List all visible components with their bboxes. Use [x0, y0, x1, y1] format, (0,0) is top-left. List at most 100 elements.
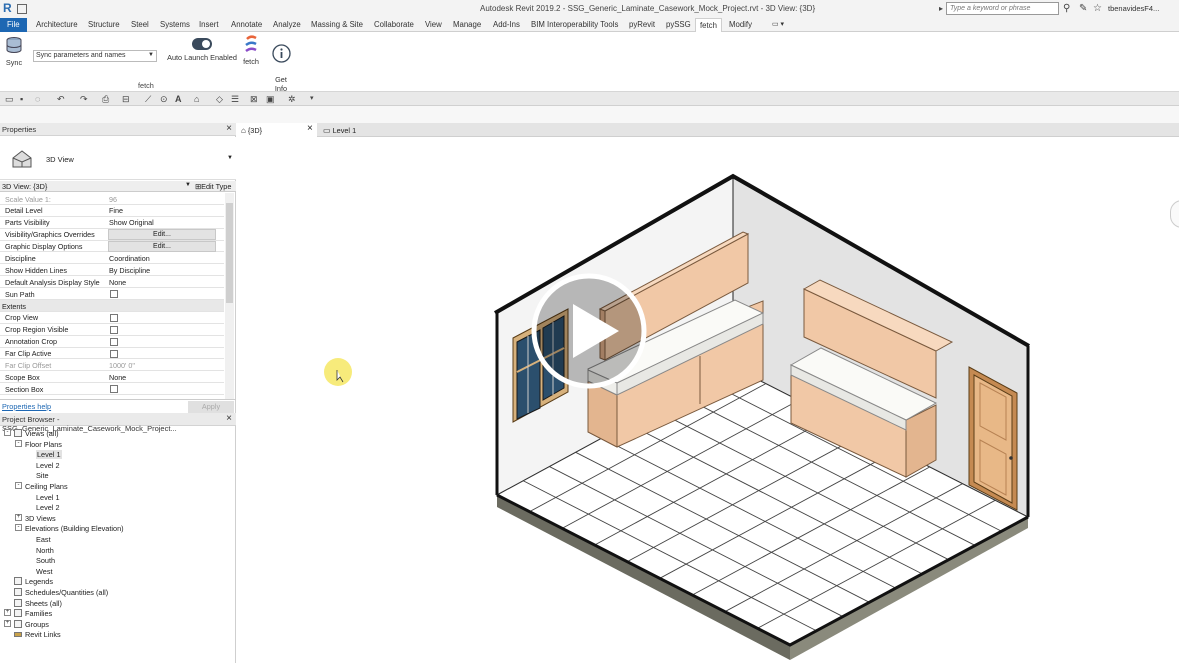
- collapse-icon[interactable]: -: [15, 481, 22, 489]
- 3d-viewport[interactable]: [237, 138, 1179, 663]
- properties-help-link[interactable]: Properties help: [2, 402, 51, 411]
- tree-node[interactable]: + Groups: [0, 619, 236, 630]
- collapse-icon[interactable]: -: [15, 524, 22, 532]
- tab-massing-site[interactable]: Massing & Site: [311, 20, 363, 29]
- tree-node[interactable]: Level 2: [0, 502, 236, 513]
- tree-node[interactable]: +3D Views: [0, 513, 236, 524]
- tab-structure[interactable]: Structure: [88, 20, 120, 29]
- edit-button[interactable]: Edit...: [108, 240, 216, 252]
- ribbon-options-icon[interactable]: ▭ ▾: [772, 20, 784, 28]
- properties-scrollbar[interactable]: [225, 193, 234, 399]
- edit-button[interactable]: Edit...: [108, 228, 216, 240]
- tree-node[interactable]: - Ceiling Plans: [0, 481, 236, 492]
- edit-type-button[interactable]: ⊞Edit Type: [195, 182, 231, 191]
- tree-node[interactable]: - Elevations (Building Elevation): [0, 523, 236, 534]
- dimension-icon[interactable]: ⟋: [145, 94, 151, 105]
- property-row[interactable]: Section Box: [0, 383, 224, 396]
- close-icon[interactable]: ×: [307, 123, 313, 134]
- tree-node[interactable]: North: [0, 545, 236, 556]
- view-tab-3d[interactable]: ⌂ {3D} ×: [237, 123, 317, 137]
- tree-node[interactable]: + Families: [0, 608, 236, 619]
- property-row[interactable]: Visibility/Graphics Overrides Edit...: [0, 228, 224, 241]
- property-value[interactable]: Coordination: [109, 254, 150, 263]
- property-row[interactable]: Annotation Crop: [0, 336, 224, 348]
- chevron-down-icon[interactable]: ▼: [227, 155, 233, 161]
- tree-node[interactable]: - Views (all): [0, 428, 236, 439]
- tab-fetch[interactable]: fetch: [695, 18, 722, 33]
- tab-modify[interactable]: Modify: [729, 20, 752, 29]
- sync-button[interactable]: Sync: [4, 37, 24, 67]
- tab-analyze[interactable]: Analyze: [273, 20, 301, 29]
- close-hidden-icon[interactable]: ⊠: [250, 94, 258, 105]
- property-value[interactable]: 96: [109, 195, 117, 204]
- close-icon[interactable]: ×: [226, 123, 232, 134]
- collapse-icon[interactable]: -: [15, 439, 22, 447]
- property-checkbox[interactable]: [110, 313, 118, 322]
- thin-lines-icon[interactable]: ☰: [231, 94, 239, 105]
- print-icon[interactable]: ⎙: [102, 94, 109, 105]
- customize-toolbar-icon[interactable]: ▾: [310, 94, 314, 102]
- tab-manage[interactable]: Manage: [453, 20, 481, 29]
- save-icon[interactable]: ▪: [20, 94, 23, 104]
- redo-icon[interactable]: ↷: [80, 94, 88, 105]
- tab-add-ins[interactable]: Add-Ins: [493, 20, 520, 29]
- revit-logo-icon[interactable]: R: [3, 1, 12, 15]
- tree-node[interactable]: East: [0, 534, 236, 545]
- property-value[interactable]: Show Original: [109, 218, 154, 227]
- sync-parameters-select[interactable]: Sync parameters and names ▼: [33, 50, 157, 62]
- property-row[interactable]: Far Clip Offset 1000' 0": [0, 359, 224, 372]
- tab-pyrevit[interactable]: pyRevit: [629, 20, 655, 29]
- open-icon[interactable]: ▭: [5, 94, 14, 105]
- text-icon[interactable]: A: [175, 94, 182, 104]
- view-tab-level-1[interactable]: ▭ Level 1: [319, 123, 360, 137]
- property-row[interactable]: Default Analysis Display Style None: [0, 276, 224, 289]
- property-checkbox[interactable]: [110, 337, 118, 346]
- tab-architecture[interactable]: Architecture: [36, 20, 78, 29]
- tab-annotate[interactable]: Annotate: [231, 20, 262, 29]
- tab-insert[interactable]: Insert: [199, 20, 219, 29]
- get-info-button[interactable]: Get Info: [270, 35, 292, 93]
- measure-icon[interactable]: ⊟: [122, 94, 130, 105]
- tag-icon[interactable]: ⊙: [160, 94, 168, 105]
- binoculars-icon[interactable]: ⚲: [1063, 3, 1070, 14]
- tab-systems[interactable]: Systems: [160, 20, 190, 29]
- tree-node[interactable]: Sheets (all): [0, 598, 236, 609]
- tree-node[interactable]: Schedules/Quantities (all): [0, 587, 236, 598]
- property-row[interactable]: Discipline Coordination: [0, 252, 224, 265]
- subscription-icon[interactable]: ✎: [1079, 3, 1087, 14]
- collapse-icon[interactable]: -: [4, 429, 11, 436]
- tree-node[interactable]: - Floor Plans: [0, 439, 236, 450]
- tree-node[interactable]: Level 2: [0, 460, 236, 471]
- type-selector[interactable]: 3D View ▼: [0, 137, 236, 180]
- tab-collaborate[interactable]: Collaborate: [374, 20, 414, 29]
- apply-button[interactable]: Apply: [188, 401, 234, 413]
- close-icon[interactable]: ×: [226, 413, 232, 424]
- property-checkbox[interactable]: [110, 325, 118, 334]
- property-checkbox[interactable]: [110, 349, 118, 358]
- fetch-button[interactable]: fetch: [240, 35, 262, 66]
- expand-icon[interactable]: +: [15, 513, 22, 521]
- undo-icon[interactable]: ↶: [57, 94, 65, 105]
- expand-icon[interactable]: +: [4, 619, 11, 627]
- property-checkbox[interactable]: [110, 385, 118, 394]
- property-value[interactable]: None: [109, 278, 126, 287]
- property-row[interactable]: Parts Visibility Show Original: [0, 217, 224, 229]
- property-row[interactable]: Scope Box None: [0, 371, 224, 384]
- 3d-view-icon[interactable]: ⌂: [194, 94, 199, 104]
- property-value[interactable]: 1000' 0": [109, 361, 135, 370]
- tab-bim-interoperability[interactable]: BIM Interoperability Tools: [531, 20, 618, 29]
- quick-access-icon[interactable]: [17, 4, 27, 14]
- expand-icon[interactable]: +: [4, 609, 11, 617]
- tree-node[interactable]: Site: [0, 470, 236, 481]
- tree-node[interactable]: Level 1: [0, 449, 236, 460]
- settings-icon[interactable]: ✲: [288, 94, 296, 105]
- auto-launch-toggle[interactable]: Auto Launch Enabled: [164, 38, 240, 62]
- favorites-star-icon[interactable]: ☆: [1093, 3, 1102, 14]
- property-value[interactable]: Fine: [109, 206, 123, 215]
- tree-node[interactable]: Legends: [0, 576, 236, 587]
- property-row[interactable]: Crop Region Visible: [0, 324, 224, 336]
- play-button[interactable]: [531, 273, 647, 389]
- property-row[interactable]: Graphic Display Options Edit...: [0, 240, 224, 253]
- tree-node[interactable]: South: [0, 555, 236, 566]
- property-row[interactable]: Far Clip Active: [0, 348, 224, 360]
